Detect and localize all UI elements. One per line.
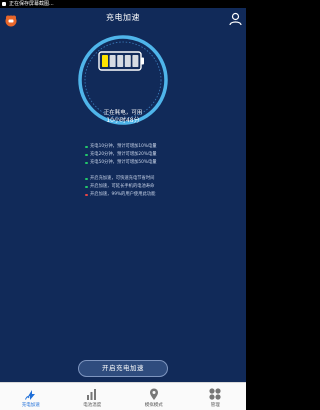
battery-cell-empty [109,55,116,67]
battery-icon [98,51,144,71]
battery-status: 正在耗电，可用 10小时48分 [0,109,246,125]
user-icon [229,12,242,26]
tab-manage[interactable]: 管理 [185,383,247,410]
screenshot-icon [2,2,6,6]
battery-status-line1: 正在耗电，可用 [103,110,143,116]
tab-simulation-mode[interactable]: 模拟模式 [123,383,185,410]
bullet-icon [85,177,88,181]
start-charge-boost-button[interactable]: 开启充电加速 [78,360,168,377]
battery-remaining-time: 10小时48分 [106,117,140,124]
bullet-icon [85,153,88,157]
battery-cell-empty [124,55,131,67]
charge-icon [24,390,35,400]
location-pin-icon [149,388,158,400]
tab-charge-boost[interactable]: 充电加速 [0,383,62,410]
tip-item: 充电20分钟，预计可增加20%电量 [85,151,235,159]
status-bar-text: 正在保存屏幕截图... [9,1,54,7]
tip-item: 充电10分钟，预计可增加10%电量 [85,143,235,151]
battery-dial: 正在耗电，可用 10小时48分 [0,34,246,134]
bar-chart-icon [87,389,97,400]
accel-tips: 开启充加速，可快速充电节省时间 开启加速，可延长手机的电池寿命 开启加速，99%… [85,175,235,199]
inner-dotted-ring [84,41,162,119]
battery-cell-filled [102,55,108,67]
bullet-icon [85,193,88,197]
tab-battery-temperature[interactable]: 电池温度 [62,383,124,410]
bullet-icon [85,185,88,189]
bullet-icon [85,161,88,165]
charge-tips: 充电10分钟，预计可增加10%电量 充电20分钟，预计可增加20%电量 充电50… [85,143,235,167]
tip-item: 充电50分钟，预计可增加50%电量 [85,159,235,167]
tip-item: 开启充加速，可快速充电节省时间 [85,175,235,183]
battery-cell-empty [117,55,124,67]
user-button[interactable] [229,11,242,26]
app-screen: 充电加速 正在耗电，可用 10小时48分 充电10分钟，预计可增加10%电量 充 [0,8,246,382]
page-title: 充电加速 [106,13,140,22]
bottom-tab-bar: 充电加速 电池温度 模拟模式 管理 [0,382,246,410]
grid-icon [209,388,221,400]
system-status-bar: 正在保存屏幕截图... [0,0,246,8]
tips-panel: 充电10分钟，预计可增加10%电量 充电20分钟，预计可增加20%电量 充电50… [85,143,235,207]
tip-item: 开启加速，可延长手机的电池寿命 [85,183,235,191]
battery-cell-empty [132,55,139,67]
header: 充电加速 [0,8,246,30]
bullet-icon [85,145,88,149]
tip-item: 开启加速，99%的用户使用此功能 [85,191,235,199]
